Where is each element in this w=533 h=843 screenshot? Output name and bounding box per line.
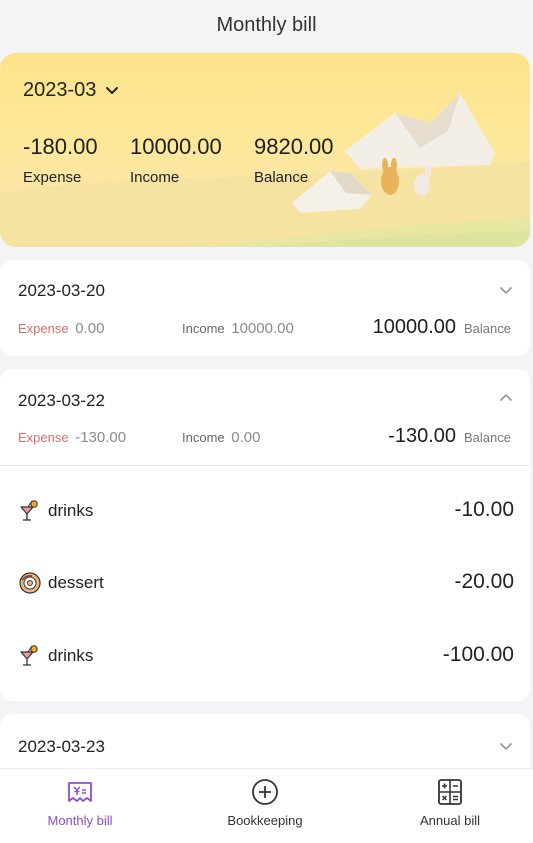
bottom-tab-bar: Monthly bill Bookkeeping Annual bill bbox=[0, 768, 533, 843]
balance-total: 9820.00 bbox=[254, 134, 334, 159]
day-income-value: 0.00 bbox=[231, 429, 261, 446]
chevron-down-icon[interactable] bbox=[498, 282, 514, 298]
income-total: 10000.00 bbox=[130, 134, 222, 159]
bill-item-name: dessert bbox=[48, 573, 104, 592]
income-label: Income bbox=[130, 169, 180, 186]
selected-month: 2023-03 bbox=[23, 78, 97, 101]
day-expense-value: 0.00 bbox=[75, 320, 105, 337]
drinks-icon bbox=[20, 500, 38, 521]
tab-bookkeeping[interactable]: Bookkeeping bbox=[190, 777, 340, 828]
day-card-header[interactable]: 2023-03-20 Expense 0.00 Income 10000.00 … bbox=[0, 260, 530, 356]
bill-item-amount: -100.00 bbox=[442, 643, 514, 666]
month-selector[interactable]: 2023-03 bbox=[23, 76, 120, 104]
drinks-icon bbox=[20, 645, 38, 666]
chevron-down-icon bbox=[106, 87, 119, 94]
day-balance-value: 10000.00 bbox=[372, 316, 457, 338]
month-summary-banner: 2023-03 -180.00 Expense 10000.00 Income … bbox=[0, 53, 530, 247]
day-card: 2023-03-20 Expense 0.00 Income 10000.00 … bbox=[0, 260, 530, 356]
balance-label: Balance bbox=[254, 169, 309, 186]
day-balance: 10000.00 Balance bbox=[373, 316, 511, 339]
day-expense: Expense 0.00 bbox=[18, 320, 104, 337]
day-date: 2023-03-22 bbox=[18, 391, 105, 410]
day-income-label: Income bbox=[182, 430, 225, 445]
tab-label: Bookkeeping bbox=[227, 813, 303, 828]
day-expense: Expense -130.00 bbox=[18, 429, 126, 446]
day-expense-label: Expense bbox=[18, 430, 69, 445]
bill-item-amount: -10.00 bbox=[454, 498, 514, 521]
bill-item-name: drinks bbox=[48, 501, 94, 520]
day-balance-label: Balance bbox=[464, 321, 511, 336]
bill-item[interactable]: drinks -100.00 bbox=[0, 636, 530, 676]
chevron-up-icon[interactable] bbox=[498, 390, 514, 406]
tab-label: Annual bill bbox=[420, 813, 480, 828]
income-stat: 10000.00 Income bbox=[130, 133, 222, 186]
day-income: Income 0.00 bbox=[182, 429, 260, 446]
day-balance: -130.00 Balance bbox=[388, 425, 511, 448]
tab-label: Monthly bill bbox=[47, 813, 113, 828]
dessert-icon bbox=[19, 572, 41, 594]
day-expense-value: -130.00 bbox=[75, 429, 127, 446]
expense-stat: -180.00 Expense bbox=[23, 133, 98, 186]
chevron-down-icon[interactable] bbox=[498, 738, 514, 754]
day-card-expanded: 2023-03-22 Expense -130.00 Income 0.00 -… bbox=[0, 369, 530, 701]
day-date: 2023-03-20 bbox=[18, 281, 105, 300]
bill-item[interactable]: drinks -10.00 bbox=[0, 491, 530, 531]
day-expense-label: Expense bbox=[18, 321, 69, 336]
monthly-bill-icon bbox=[68, 782, 92, 802]
calculator-icon bbox=[438, 779, 462, 805]
monthly-bill-page: Monthly bill 2023-03 -180.00 Expense 100… bbox=[0, 0, 533, 843]
bill-item[interactable]: dessert -20.00 bbox=[0, 563, 530, 603]
day-income: Income 10000.00 bbox=[182, 320, 294, 337]
day-income-label: Income bbox=[182, 321, 225, 336]
day-balance-value: -130.00 bbox=[388, 425, 457, 447]
expense-label: Expense bbox=[23, 169, 82, 186]
day-card-header[interactable]: 2023-03-22 Expense -130.00 Income 0.00 -… bbox=[0, 369, 530, 465]
tab-annual-bill[interactable]: Annual bill bbox=[375, 777, 525, 828]
bill-item-amount: -20.00 bbox=[454, 570, 514, 593]
tab-monthly-bill[interactable]: Monthly bill bbox=[5, 777, 155, 828]
balance-stat: 9820.00 Balance bbox=[254, 133, 334, 186]
divider bbox=[0, 465, 530, 466]
plus-circle-icon bbox=[252, 779, 278, 805]
page-title: Monthly bill bbox=[216, 14, 317, 36]
day-date: 2023-03-23 bbox=[18, 737, 105, 756]
expense-total: -180.00 bbox=[23, 134, 98, 159]
day-balance-label: Balance bbox=[464, 430, 511, 445]
day-income-value: 10000.00 bbox=[231, 320, 294, 337]
bill-item-name: drinks bbox=[48, 646, 94, 665]
